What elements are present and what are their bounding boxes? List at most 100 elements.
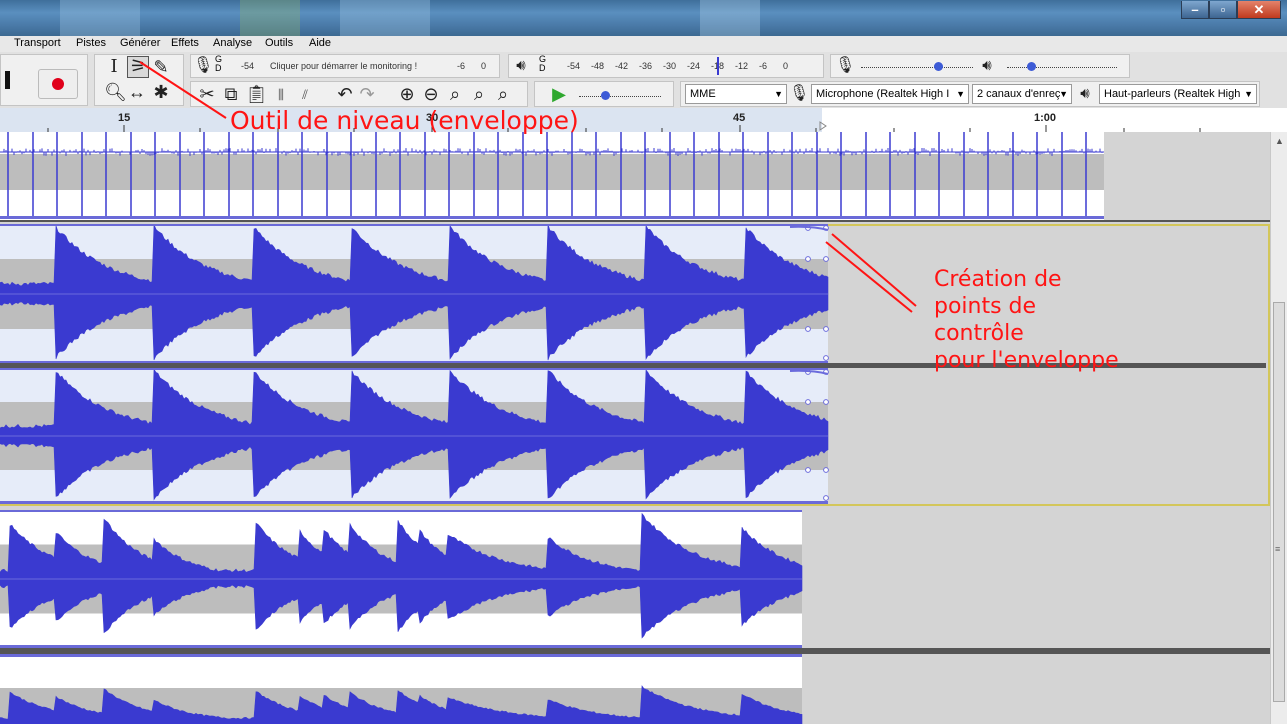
paste-icon[interactable]: 📋︎ (245, 85, 268, 103)
speaker-icon: 🔊︎ (516, 57, 526, 74)
pause-icon[interactable] (5, 71, 10, 89)
input-device-select[interactable]: Microphone (Realtek High I ▼ (811, 84, 969, 104)
speed-slider-thumb[interactable] (601, 91, 610, 100)
menu-aide[interactable]: Aide (309, 37, 331, 49)
menu-pistes[interactable]: Pistes (76, 37, 106, 49)
menu-analyse[interactable]: Analyse (213, 37, 252, 49)
host-select-value: MME (690, 88, 716, 100)
scroll-grip-icon: ≡ (1275, 544, 1281, 554)
titlebar-bg-thumb (60, 0, 140, 36)
multi-tool-icon[interactable]: ✱ (151, 83, 171, 101)
play-at-speed-icon[interactable]: ▶ (549, 85, 569, 103)
menu-transport[interactable]: Transport (14, 37, 61, 49)
record-channel-labels: G D (215, 54, 223, 73)
annotation-line: contrôle (934, 321, 1024, 346)
waveform-track-1[interactable] (0, 132, 1270, 220)
speaker-icon: 🔊︎ (1080, 85, 1090, 102)
meter-tick: -30 (663, 61, 677, 71)
record-meter[interactable]: -54 Cliquer pour démarrer le monitoring … (225, 57, 495, 75)
ruler-label: 1:00 (1034, 112, 1057, 124)
zoom-tool-icon[interactable]: 🔍︎ (104, 83, 127, 101)
track-3[interactable] (0, 510, 1270, 724)
ruler-label: 15 (118, 112, 131, 124)
chevron-down-icon: ▼ (1244, 89, 1253, 99)
meter-tick: -54 (567, 61, 581, 71)
record-meter-toolbar: 🎙︎ G D -54 Cliquer pour démarrer le moni… (190, 54, 500, 78)
zoom-out-icon[interactable]: ⊖ (421, 85, 441, 103)
channels-select[interactable]: 2 canaux d'enreç ▼ (972, 84, 1072, 104)
meter-tick: -6 (457, 61, 466, 71)
record-volume-thumb[interactable] (934, 62, 943, 71)
waveform-track-3-left[interactable] (0, 510, 1270, 648)
transport-toolbar (0, 54, 88, 106)
mixer-toolbar: 🎙︎ 🔊︎ (830, 54, 1130, 78)
meter-tick: -42 (615, 61, 629, 71)
waveform-track-3-right[interactable] (0, 654, 1270, 724)
fit-project-icon[interactable]: ⌕ (469, 85, 489, 103)
window-controls: – ▫ ✕ (1181, 1, 1281, 19)
maximize-button[interactable]: ▫ (1209, 1, 1237, 19)
play-channel-labels: G D (539, 54, 547, 73)
vertical-scrollbar[interactable]: ▲ ≡ (1270, 132, 1287, 724)
record-volume-slider[interactable] (861, 67, 973, 69)
zoom-in-icon[interactable]: ⊕ (397, 85, 417, 103)
play-meter[interactable]: -54 -48 -42 -36 -30 -24 -18 -12 -6 0 (549, 57, 819, 75)
close-button[interactable]: ✕ (1237, 1, 1281, 19)
annotation-control-points: Création de points de contrôle pour l'en… (934, 266, 1119, 374)
play-meter-peak (717, 57, 719, 75)
silence-icon[interactable]: ⫽ (295, 86, 315, 104)
copy-icon[interactable]: ⧉ (221, 85, 241, 103)
play-volume-thumb[interactable] (1027, 62, 1036, 71)
speed-slider[interactable] (579, 96, 661, 98)
titlebar-bg-thumb (700, 0, 760, 36)
annotation-envelope-tool: Outil de niveau (enveloppe) (230, 106, 579, 135)
meter-tick: 0 (481, 61, 487, 71)
envelope-tool-icon[interactable]: ⚞ (127, 56, 149, 78)
ruler-label: 45 (733, 112, 746, 124)
record-icon (52, 78, 64, 90)
record-meter-prompt: Cliquer pour démarrer le monitoring ! (270, 61, 418, 71)
toolbar-area: I ⚞ ✎ 🔍︎ ↔ ✱ 🎙︎ G D -54 Cliquer pour dém… (0, 52, 1287, 109)
channels-value: 2 canaux d'enreç (977, 88, 1061, 100)
microphone-icon: 🎙︎ (789, 85, 810, 102)
titlebar-bg-thumb (340, 0, 430, 36)
host-select[interactable]: MME ▼ (685, 84, 787, 104)
annotation-line: points de (934, 294, 1037, 319)
menu-effets[interactable]: Effets (171, 37, 199, 49)
waveform-track-2-right[interactable] (0, 368, 1270, 504)
meter-tick: 0 (783, 61, 789, 71)
zoom-toggle-icon[interactable]: ⌕ (493, 85, 513, 103)
output-device-select[interactable]: Haut-parleurs (Realtek High ▼ (1099, 84, 1257, 104)
edit-toolbar: ✂ ⧉ 📋︎ ⫼ ⫽ ↶ ↷ ⊕ ⊖ ⌕ ⌕ ⌕ (190, 81, 528, 107)
window-titlebar: – ▫ ✕ (0, 0, 1287, 36)
pencil-icon[interactable]: ✎ (151, 58, 171, 76)
minimize-button[interactable]: – (1181, 1, 1209, 19)
redo-icon[interactable]: ↷ (357, 85, 377, 103)
play-at-speed-toolbar: ▶ (534, 81, 674, 107)
trim-icon[interactable]: ⫼ (271, 86, 291, 104)
meter-tick: -12 (735, 61, 749, 71)
meter-tick: -36 (639, 61, 653, 71)
time-shift-icon[interactable]: ↔ (127, 83, 147, 101)
track-1[interactable] (0, 132, 1270, 222)
ruler-ticks (47, 121, 1201, 132)
menu-outils[interactable]: Outils (265, 37, 293, 49)
record-button[interactable] (38, 69, 78, 99)
timeline-ruler[interactable]: 15 30 45 1:00 (0, 108, 1287, 133)
play-volume-slider[interactable] (1007, 67, 1117, 69)
fit-selection-icon[interactable]: ⌕ (445, 85, 465, 103)
output-device-value: Haut-parleurs (Realtek High (1104, 88, 1241, 100)
track-panel (0, 132, 1270, 724)
device-toolbar: MME ▼ 🎙︎ Microphone (Realtek High I ▼ 2 ca… (680, 81, 1260, 107)
chevron-down-icon: ▼ (774, 89, 783, 99)
undo-icon[interactable]: ↶ (335, 85, 355, 103)
scroll-up-icon[interactable]: ▲ (1275, 136, 1284, 146)
meter-tick: -54 (241, 61, 255, 71)
menu-bar: Transport Pistes Générer Effets Analyse … (0, 36, 1287, 52)
menu-generer[interactable]: Générer (120, 37, 160, 49)
microphone-icon: 🎙︎ (835, 57, 856, 74)
i-beam-icon[interactable]: I (104, 58, 124, 76)
scrollbar-thumb[interactable] (1273, 302, 1285, 702)
scissors-icon[interactable]: ✂ (197, 85, 217, 103)
speaker-icon: 🔊︎ (982, 57, 992, 74)
